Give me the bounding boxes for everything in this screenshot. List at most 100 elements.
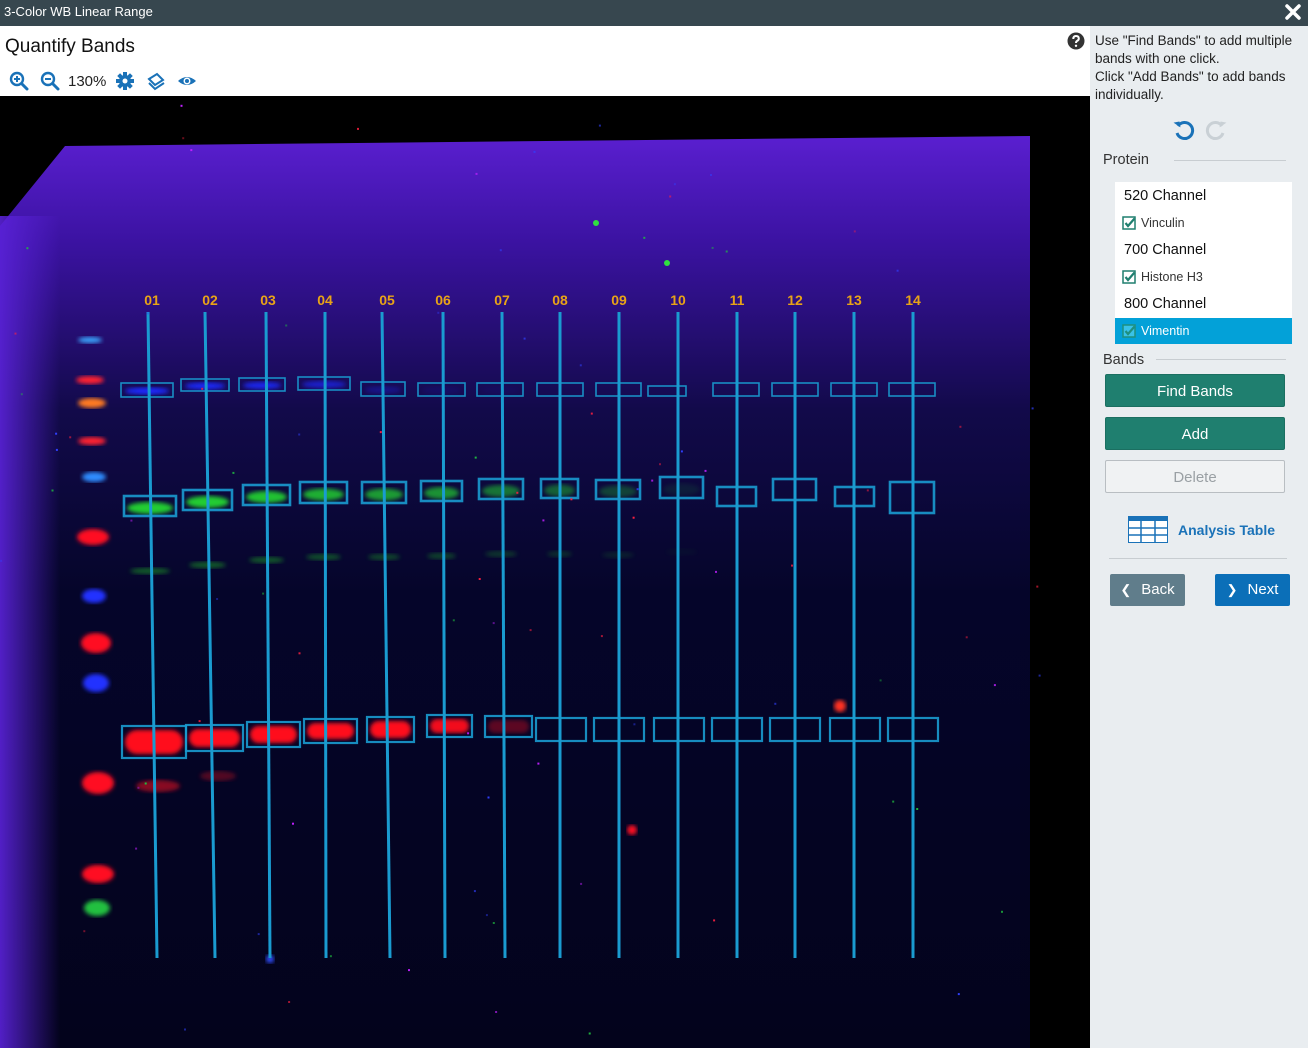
- noise-speck: [408, 969, 410, 972]
- noise-speck: [916, 808, 919, 810]
- analysis-table-link[interactable]: Analysis Table: [1128, 516, 1275, 543]
- delete-button: Delete: [1105, 460, 1285, 493]
- zoom-out-icon[interactable]: [39, 70, 61, 92]
- noise-speck: [184, 1028, 186, 1031]
- ladder-band: [81, 633, 111, 653]
- noise-speck: [146, 312, 149, 315]
- noise-speck: [478, 578, 481, 580]
- noise-speck: [285, 324, 288, 327]
- band-520: [243, 382, 281, 389]
- lane-label: 09: [611, 292, 627, 308]
- gel-image[interactable]: 01 02 03 04 05 06 07 08 09 10 11 12 13 14: [0, 96, 1090, 1048]
- noise-speck: [135, 847, 138, 850]
- band-520: [125, 387, 169, 395]
- noise-speck: [896, 269, 899, 272]
- noise-speck: [257, 933, 260, 936]
- analysis-table-label: Analysis Table: [1178, 521, 1276, 538]
- noise-speck: [298, 433, 301, 436]
- noise-speck: [957, 993, 960, 996]
- noise-speck: [715, 570, 717, 573]
- noise-speck: [379, 431, 382, 434]
- gel-image-viewer[interactable]: 01 02 03 04 05 06 07 08 09 10 11 12 13 14: [0, 96, 1090, 1048]
- band-700: [303, 488, 344, 501]
- protein-item-histone-h3[interactable]: Histone H3: [1115, 264, 1292, 290]
- noise-speck: [298, 652, 301, 655]
- checkbox-checked-icon[interactable]: [1122, 324, 1136, 338]
- noise-speck: [55, 448, 58, 451]
- noise-speck: [542, 519, 545, 522]
- bands-section-label: Bands: [1103, 352, 1145, 368]
- noise-speck: [713, 919, 716, 922]
- checkbox-checked-icon[interactable]: [1122, 270, 1136, 284]
- window-title: 3-Color WB Linear Range: [4, 4, 153, 19]
- noise-speck: [516, 491, 519, 494]
- artefact-spot: [593, 220, 599, 226]
- noise-speck: [669, 195, 672, 198]
- ladder-band: [82, 589, 106, 603]
- add-button[interactable]: Add: [1105, 417, 1285, 450]
- page-title: Quantify Bands: [5, 36, 135, 57]
- ladder-band: [78, 398, 106, 408]
- image-toolbar: 130%: [8, 70, 207, 92]
- back-label: Back: [1141, 581, 1175, 598]
- noise-speck: [55, 432, 58, 435]
- ladder-band: [83, 674, 109, 692]
- close-icon[interactable]: [1282, 1, 1304, 23]
- noise-speck: [329, 955, 332, 958]
- protein-label: Vinculin: [1141, 216, 1185, 230]
- noise-speck: [1036, 585, 1039, 588]
- noise-speck: [993, 684, 996, 687]
- protein-item-vinculin[interactable]: Vinculin: [1115, 210, 1292, 236]
- protein-section-label: Protein: [1103, 152, 1149, 168]
- band-800: [488, 720, 529, 733]
- zoom-in-icon[interactable]: [8, 70, 30, 92]
- noise-speck: [14, 332, 17, 335]
- noise-speck: [492, 622, 495, 625]
- help-line-1: Use "Find Bands" to add multiple bands w…: [1095, 33, 1293, 66]
- noise-speck: [579, 364, 582, 367]
- noise-speck: [598, 124, 601, 127]
- ladder-band: [78, 337, 102, 343]
- noise-speck: [791, 564, 793, 567]
- band-700-lower: [427, 553, 456, 559]
- band-700: [482, 485, 520, 497]
- noise-speck: [51, 489, 54, 492]
- lane-label: 12: [787, 292, 803, 308]
- noise-speck: [1038, 674, 1041, 677]
- ladder-band: [82, 865, 114, 883]
- band-700-lower: [485, 551, 517, 557]
- help-icon[interactable]: [1067, 32, 1085, 50]
- find-bands-button[interactable]: Find Bands: [1105, 374, 1285, 407]
- undo-icon[interactable]: [1172, 118, 1196, 142]
- band-700: [663, 483, 700, 496]
- protein-label: Histone H3: [1141, 270, 1203, 284]
- layers-icon[interactable]: [145, 70, 167, 92]
- lane-label: 04: [317, 292, 333, 308]
- divider: [1109, 558, 1287, 559]
- band-700-lower: [666, 549, 697, 555]
- noise-speck: [467, 732, 470, 735]
- noise-speck: [437, 311, 440, 314]
- noise-speck: [866, 489, 869, 492]
- gear-icon[interactable]: [114, 70, 136, 92]
- noise-speck: [452, 619, 455, 622]
- band-800: [189, 729, 240, 747]
- noise-speck: [600, 635, 603, 638]
- checkbox-checked-icon[interactable]: [1122, 216, 1136, 230]
- protein-item-vimentin[interactable]: Vimentin: [1115, 318, 1292, 344]
- next-button[interactable]: ❯ Next: [1215, 574, 1290, 606]
- lane-label: 02: [202, 292, 218, 308]
- band-800-lower: [136, 780, 180, 792]
- artefact-spot: [834, 700, 846, 712]
- noise-speck: [130, 519, 133, 522]
- protein-list: 520 Channel Vinculin 700 Channel Histone…: [1115, 182, 1292, 344]
- band-800: [370, 721, 411, 738]
- eye-icon[interactable]: [176, 70, 198, 92]
- noise-speck: [232, 471, 235, 474]
- zoom-level: 130%: [68, 72, 107, 90]
- lane-label: 06: [435, 292, 451, 308]
- back-button[interactable]: ❮ Back: [1110, 574, 1185, 606]
- noise-speck: [1031, 407, 1034, 410]
- noise-speck: [892, 800, 895, 803]
- noise-speck: [69, 436, 72, 439]
